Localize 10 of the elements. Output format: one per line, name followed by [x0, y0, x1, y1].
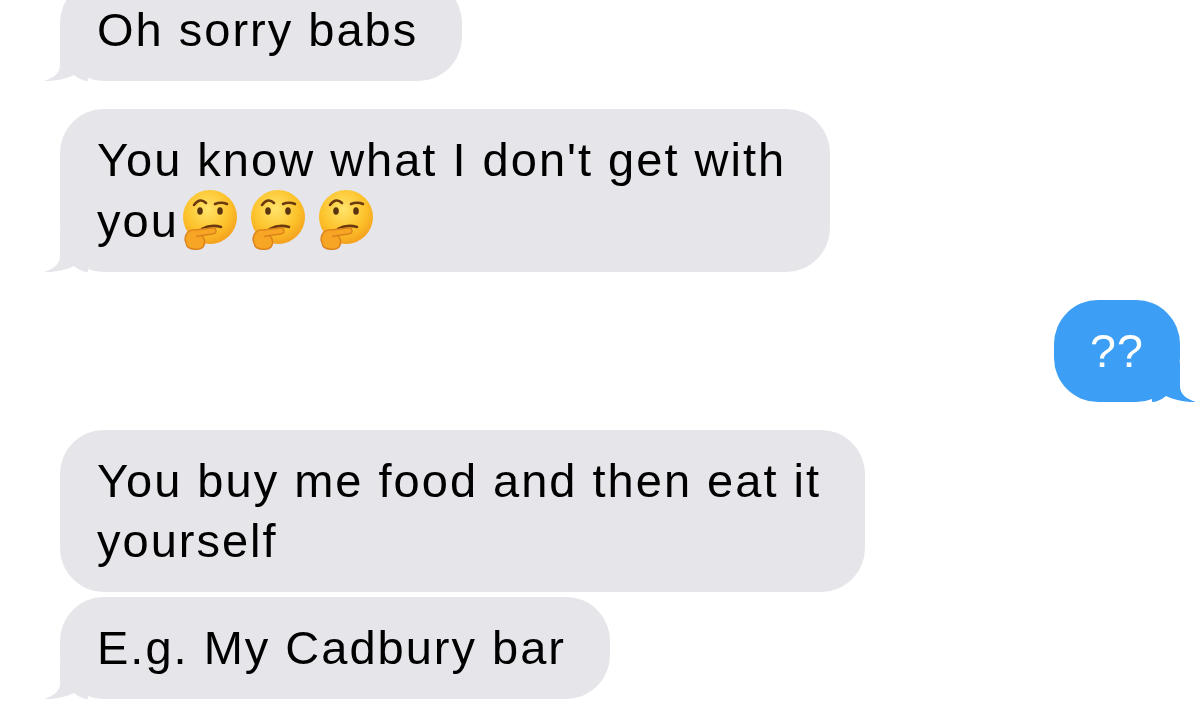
message-text: ?? — [1089, 324, 1144, 377]
thinking-face-icon — [316, 190, 373, 250]
message-text: E.g. My Cadbury bar — [97, 621, 566, 674]
message-text: You know what I don't get with — [97, 133, 787, 186]
message-text: yourself — [97, 514, 278, 567]
message-text: you — [97, 194, 179, 247]
thinking-face-icon — [180, 190, 237, 250]
thinking-face-icon — [248, 190, 305, 250]
message-text: Oh sorry babs — [97, 3, 419, 56]
message-text: You buy me food and then eat it — [97, 454, 821, 507]
